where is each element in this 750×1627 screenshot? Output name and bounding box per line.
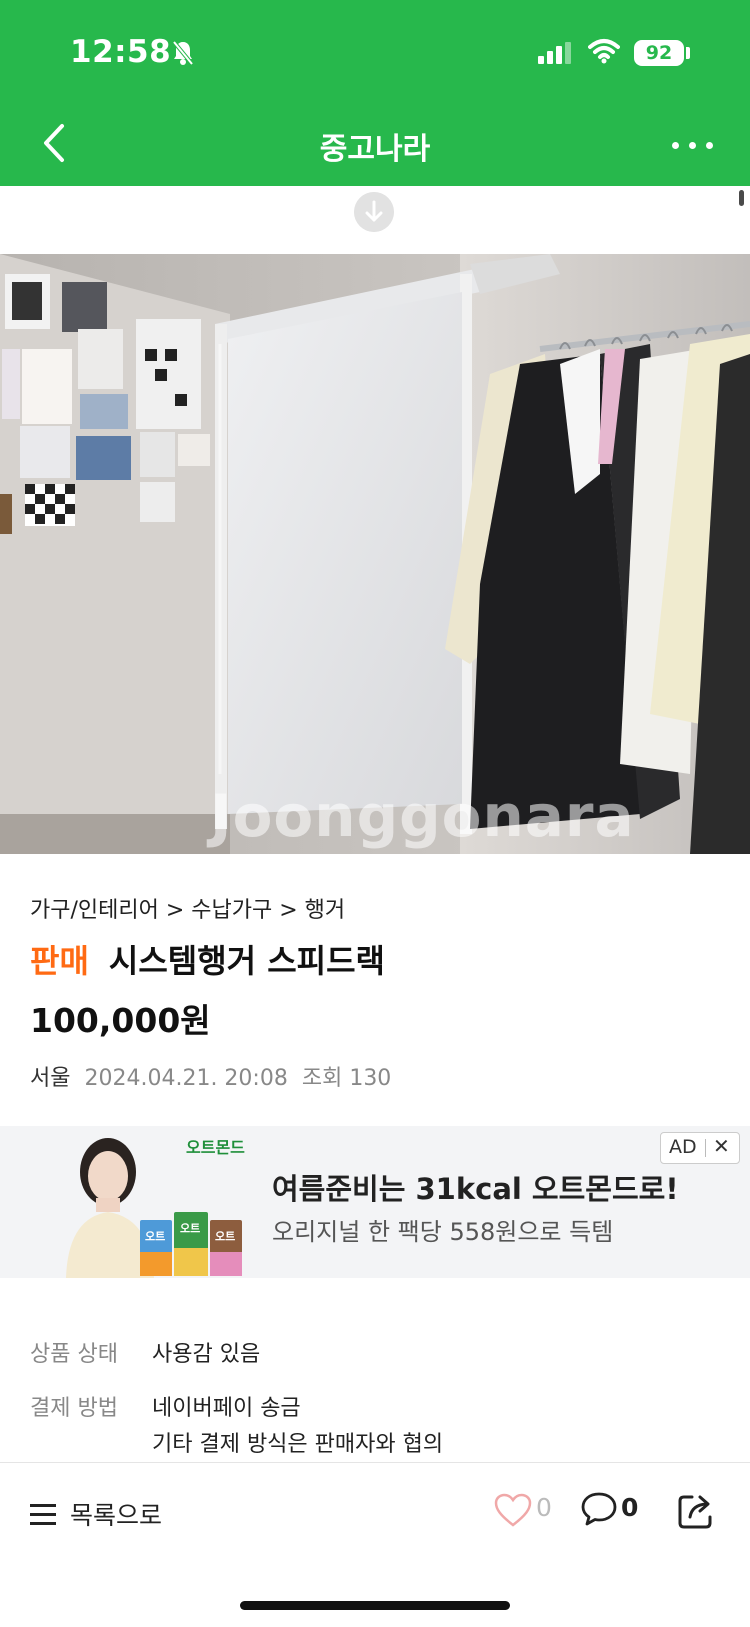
photo-watermark: Joonggonara [210, 782, 635, 850]
listing-location: 서울 [30, 1066, 71, 1091]
detail-value: 네이버페이 송금 [152, 1396, 301, 1421]
battery-level: 92 [645, 42, 673, 64]
menu-icon [30, 1504, 56, 1525]
ad-banner[interactable]: 오트몬드 오트 오트 오트 여름준비는 31kcal 오트몬드로! 오리지널 한… [0, 1126, 750, 1278]
ad-brand-logo: 오트몬드 [186, 1138, 245, 1157]
share-icon[interactable] [676, 1491, 716, 1529]
listing-title: 시스템행거 스피드랙 [108, 942, 385, 980]
battery-cap [686, 47, 690, 59]
detail-value: 사용감 있음 [152, 1342, 261, 1367]
view-count: 조회 130 [301, 1066, 392, 1091]
heart-icon[interactable] [494, 1493, 532, 1527]
category-breadcrumb[interactable]: 가구/인테리어 > 수납가구 > 행거 [30, 892, 345, 924]
ad-badge[interactable]: AD ✕ [660, 1132, 740, 1164]
sale-status-tag: 판매 [30, 942, 89, 980]
wifi-icon [588, 39, 620, 64]
detail-label: 결제 방법 [30, 1396, 118, 1421]
ad-label: AD [669, 1136, 697, 1158]
ad-subtext: 오리지널 한 팩당 558원으로 득템 [272, 1218, 614, 1246]
status-time: 12:58 [70, 34, 172, 70]
back-to-list-label: 목록으로 [70, 1501, 163, 1530]
ad-product-packs-image: 오트 오트 오트 [140, 1212, 242, 1276]
listing-price: 100,000원 [30, 1001, 211, 1040]
comment-count: 0 [621, 1493, 639, 1522]
scroll-indicator [739, 190, 744, 206]
svg-text:오트: 오트 [180, 1222, 200, 1235]
silent-bell-icon [172, 40, 194, 66]
listing-title-row: 판매 시스템행거 스피드랙 [30, 936, 385, 982]
product-photo[interactable]: Joonggonara [0, 254, 750, 854]
ad-headline: 여름준비는 31kcal 오트몬드로! [272, 1172, 679, 1206]
listing-meta: 서울 2024.04.21. 20:08 조회 130 [30, 1060, 391, 1092]
detail-label: 상품 상태 [30, 1342, 118, 1367]
battery-indicator: 92 [634, 40, 684, 66]
home-indicator[interactable] [240, 1601, 510, 1610]
app-header: 12:58 92 중고나라 [0, 0, 750, 186]
pull-down-arrow-icon [354, 192, 394, 232]
svg-text:오트: 오트 [215, 1230, 235, 1243]
comment-icon[interactable] [580, 1491, 618, 1527]
page-title: 중고나라 [319, 132, 431, 167]
svg-text:오트: 오트 [145, 1230, 165, 1243]
more-options-button[interactable] [668, 126, 718, 166]
hanger-rack-image [0, 254, 750, 854]
bottom-action-bar: 목록으로 0 0 [0, 1462, 750, 1627]
ad-badge-divider [705, 1139, 706, 1157]
listing-date: 2024.04.21. 20:08 [84, 1066, 288, 1091]
cell-signal-icon [538, 42, 571, 64]
detail-value-secondary: 기타 결제 방식은 판매자와 협의 [152, 1432, 444, 1457]
ad-close-icon[interactable]: ✕ [713, 1134, 730, 1158]
like-count: 0 [536, 1493, 552, 1522]
